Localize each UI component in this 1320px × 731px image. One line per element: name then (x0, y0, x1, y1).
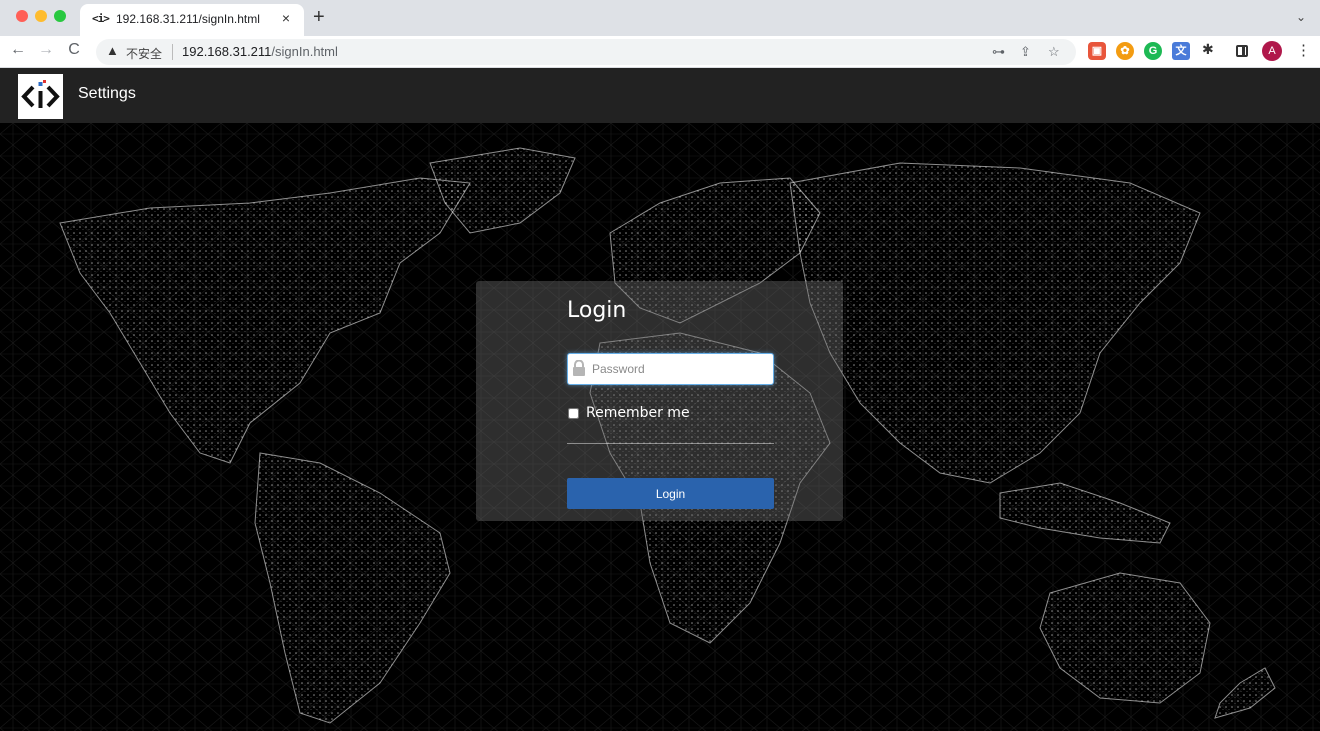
back-arrow-icon[interactable]: ← (8, 41, 28, 59)
extensions-puzzle-icon[interactable]: ✱ (1202, 41, 1214, 58)
side-panel-icon[interactable] (1236, 45, 1248, 57)
close-tab-icon[interactable]: × (278, 10, 294, 26)
star-bookmark-icon[interactable]: ☆ (1048, 44, 1060, 60)
browser-toolbar: ← → C ▲ 不安全 192.168.31.211/signIn.html ⊶… (0, 36, 1320, 68)
tab-title: 192.168.31.211/signIn.html (116, 12, 260, 26)
password-input[interactable] (590, 354, 772, 384)
remember-me-checkbox[interactable] (568, 408, 579, 419)
extension-grammarly-icon[interactable]: G (1144, 42, 1162, 60)
app-logo[interactable] (18, 74, 63, 119)
login-panel: Login Remember me Login (476, 281, 843, 521)
security-status-label[interactable]: 不安全 (126, 45, 162, 62)
share-icon[interactable]: ⇪ (1020, 44, 1031, 60)
reload-icon[interactable]: C (64, 41, 84, 59)
url-host: 192.168.31.211 (182, 44, 272, 59)
form-divider (567, 443, 774, 444)
maximize-window-button[interactable] (54, 10, 66, 22)
app-header: Settings (0, 68, 1320, 123)
profile-avatar[interactable]: A (1262, 41, 1282, 61)
remember-me-label[interactable]: Remember me (586, 405, 690, 421)
url-text[interactable]: 192.168.31.211/signIn.html (182, 44, 338, 59)
login-title: Login (567, 298, 627, 323)
extension-2-icon[interactable]: ✿ (1116, 42, 1134, 60)
forward-arrow-icon[interactable]: → (36, 41, 56, 59)
page-content: Settings Login Remember me Login (0, 68, 1320, 731)
tab-search-chevron-icon[interactable]: ⌄ (1296, 10, 1306, 24)
site-favicon-icon: <i> (92, 12, 110, 25)
login-button[interactable]: Login (567, 478, 774, 509)
address-bar[interactable]: ▲ 不安全 192.168.31.211/signIn.html ⊶ ⇪ ☆ (96, 39, 1076, 65)
warning-triangle-icon[interactable]: ▲ (106, 43, 119, 58)
url-path: /signIn.html (271, 44, 338, 59)
new-tab-button[interactable]: + (313, 6, 325, 29)
extension-1-icon[interactable]: ▣ (1088, 42, 1106, 60)
address-separator (172, 44, 173, 60)
extension-translate-icon[interactable]: 文 (1172, 42, 1190, 60)
more-menu-icon[interactable]: ⋮ (1296, 41, 1311, 59)
app-title: Settings (78, 85, 136, 102)
lock-icon (573, 360, 585, 376)
key-icon[interactable]: ⊶ (992, 44, 1005, 60)
minimize-window-button[interactable] (35, 10, 47, 22)
browser-tabstrip: <i> 192.168.31.211/signIn.html × + ⌄ (0, 0, 1320, 36)
password-field[interactable] (567, 353, 774, 385)
close-window-button[interactable] (16, 10, 28, 22)
browser-tab-active[interactable]: <i> 192.168.31.211/signIn.html × (80, 4, 304, 36)
